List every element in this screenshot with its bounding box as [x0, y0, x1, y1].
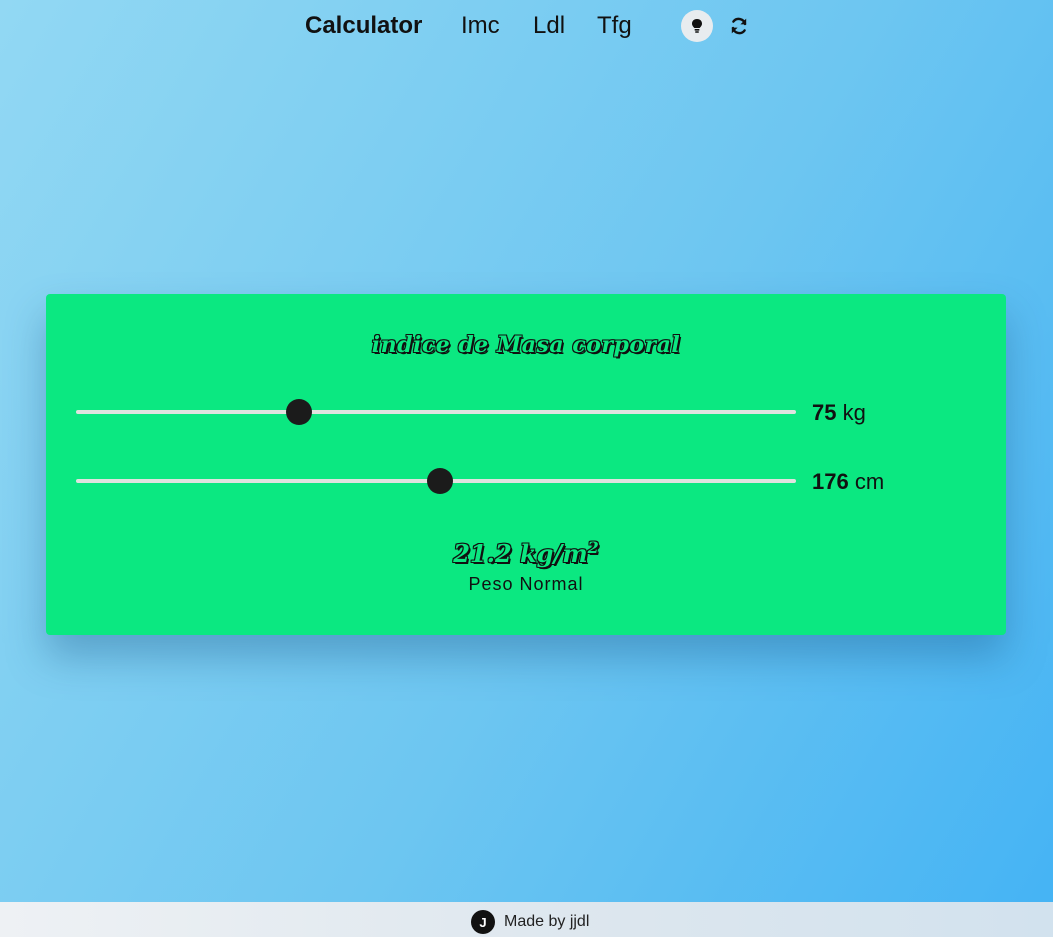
- brand-title[interactable]: Calculator: [305, 12, 422, 40]
- weight-readout: 75 kg: [812, 400, 866, 426]
- weight-value: 75: [812, 400, 837, 425]
- height-readout: 176 cm: [812, 469, 884, 495]
- height-unit: cm: [854, 469, 885, 494]
- bmi-result: 21.2 kg/m2: [46, 538, 1006, 568]
- nav-link-tfg[interactable]: Tfg: [597, 12, 632, 40]
- weight-slider-thumb[interactable]: [286, 399, 313, 425]
- footer-text: Made by jjdl: [504, 913, 590, 930]
- top-nav: Calculator Imc Ldl Tfg: [0, 0, 1053, 54]
- height-slider[interactable]: [76, 468, 796, 494]
- refresh-button[interactable]: [727, 14, 751, 38]
- weight-slider[interactable]: [76, 399, 796, 425]
- bmi-value: 21.2: [453, 539, 512, 568]
- bmi-status: Peso Normal: [468, 574, 584, 594]
- refresh-icon: [731, 17, 747, 35]
- height-value: 176: [812, 469, 849, 494]
- lightbulb-icon: [692, 19, 702, 33]
- nav-link-ldl[interactable]: Ldl: [533, 12, 565, 40]
- footer: J Made by jjdl: [0, 902, 1053, 937]
- height-slider-thumb[interactable]: [426, 468, 453, 494]
- bmi-card: indice de Masa corporal 75 kg 176 cm 21.…: [46, 294, 1006, 635]
- footer-credit[interactable]: J Made by jjdl: [471, 910, 589, 934]
- bmi-unit-exponent: 2: [587, 538, 599, 557]
- nav-link-imc[interactable]: Imc: [461, 12, 500, 40]
- weight-unit: kg: [842, 400, 866, 425]
- theme-toggle-button[interactable]: [681, 10, 713, 42]
- author-logo-icon: J: [471, 910, 495, 934]
- bmi-unit: kg/m: [520, 539, 588, 568]
- card-title: indice de Masa corporal: [371, 332, 681, 358]
- weight-slider-track[interactable]: [76, 410, 796, 414]
